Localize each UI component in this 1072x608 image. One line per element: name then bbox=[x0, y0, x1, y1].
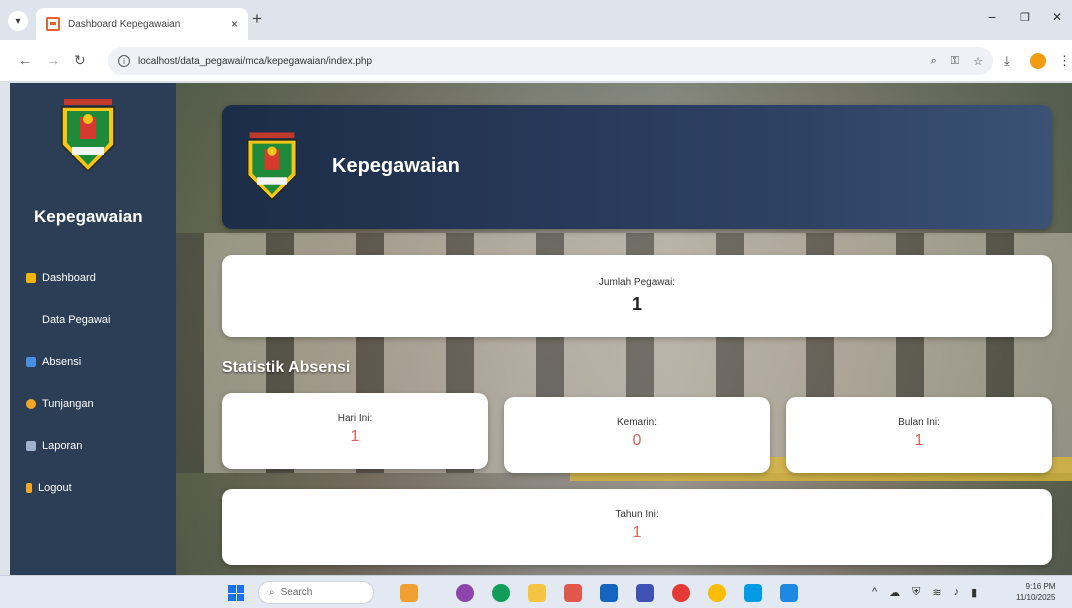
widgets-icon[interactable] bbox=[400, 584, 418, 602]
forward-icon[interactable]: → bbox=[46, 52, 60, 68]
back-icon[interactable]: ← bbox=[18, 52, 32, 68]
office-icon[interactable] bbox=[564, 584, 582, 602]
calendar-icon bbox=[26, 357, 36, 367]
search-icon: ⌕ bbox=[269, 587, 275, 598]
store-icon[interactable] bbox=[600, 584, 618, 602]
sidebar-item-data-pegawai[interactable]: Data Pegawai bbox=[26, 299, 111, 341]
cloud-icon[interactable]: ☁ bbox=[889, 586, 900, 599]
more-menu-icon[interactable]: ⋮ bbox=[1058, 53, 1071, 69]
app-icon[interactable] bbox=[780, 584, 798, 602]
security-icon[interactable]: ⛨ bbox=[912, 586, 920, 599]
tab-title: Dashboard Kepegawaian bbox=[68, 18, 181, 30]
bookmark-star-icon[interactable]: ☆ bbox=[973, 55, 983, 68]
stat-card-month: Bulan Ini: 1 bbox=[786, 397, 1052, 473]
header-card: Kepegawaian bbox=[222, 105, 1052, 229]
system-tray: ^ ☁ ⛨ ≋ ♪ ▮ bbox=[872, 586, 977, 599]
taskbar-search[interactable]: ⌕ Search bbox=[258, 581, 374, 604]
new-tab-icon[interactable]: + bbox=[252, 9, 262, 29]
employee-count-value: 1 bbox=[631, 294, 642, 314]
regency-emblem-icon bbox=[61, 99, 115, 173]
edge-icon[interactable] bbox=[492, 584, 510, 602]
sidebar-item-label: Data Pegawai bbox=[42, 314, 111, 326]
stat-year-label: Tahun Ini: bbox=[615, 509, 659, 520]
stat-month-value: 1 bbox=[914, 432, 924, 449]
wifi-icon[interactable]: ≋ bbox=[932, 586, 941, 599]
omnibox[interactable]: i localhost/data_pegawai/mca/kepegawaian… bbox=[108, 47, 993, 75]
sidebar-item-label: Tunjangan bbox=[42, 398, 94, 410]
stat-today-value: 1 bbox=[350, 428, 360, 445]
sidebar-item-absensi[interactable]: Absensi bbox=[26, 341, 111, 383]
sidebar-item-laporan[interactable]: Laporan bbox=[26, 425, 111, 467]
report-icon bbox=[26, 441, 36, 451]
tab-search-icon[interactable]: ▾ bbox=[8, 11, 28, 31]
minimize-icon[interactable]: − bbox=[988, 9, 996, 25]
clock-date: 11/10/2025 bbox=[1016, 593, 1056, 602]
taskbar-search-placeholder: Search bbox=[280, 587, 313, 598]
browser-tab-bar: ▾ Dashboard Kepegawaian × + − ❐ ✕ bbox=[0, 0, 1072, 40]
reload-icon[interactable]: ↻ bbox=[74, 52, 86, 69]
regency-emblem-icon bbox=[247, 132, 297, 201]
sidebar-item-label: Dashboard bbox=[42, 272, 96, 284]
sidebar-brand: Kepegawaian bbox=[34, 207, 143, 226]
browser-address-bar: ← → ↻ i localhost/data_pegawai/mca/kepeg… bbox=[0, 40, 1072, 82]
chrome-icon[interactable] bbox=[708, 584, 726, 602]
page-title: Kepegawaian bbox=[332, 155, 460, 177]
employee-count-card: Jumlah Pegawai: 1 bbox=[222, 255, 1052, 337]
restore-icon[interactable]: ❐ bbox=[1020, 11, 1030, 24]
tab-close-icon[interactable]: × bbox=[231, 17, 238, 31]
battery-icon[interactable]: ▮ bbox=[971, 586, 977, 599]
sidebar-item-label: Laporan bbox=[42, 440, 83, 452]
page-viewport: Kepegawaian Dashboard Data Pegawai Absen… bbox=[10, 83, 1072, 575]
windows-start-icon[interactable] bbox=[228, 585, 244, 601]
home-icon bbox=[26, 273, 36, 283]
stat-card-year: Tahun Ini: 1 bbox=[222, 489, 1052, 565]
stat-yesterday-value: 0 bbox=[632, 432, 642, 449]
windows-taskbar: ⌕ Search ^ ☁ ⛨ ≋ ♪ ▮ 9:16 PM 11/10/2025 bbox=[0, 575, 1072, 608]
door-icon bbox=[26, 483, 32, 493]
stat-yesterday-label: Kemarin: bbox=[616, 417, 657, 428]
file-explorer-icon[interactable] bbox=[528, 584, 546, 602]
sidebar-item-dashboard[interactable]: Dashboard bbox=[26, 257, 111, 299]
stat-today-label: Hari Ini: bbox=[337, 413, 373, 424]
clock-time: 9:16 PM bbox=[1025, 582, 1056, 591]
stat-month-label: Bulan Ini: bbox=[898, 417, 940, 428]
site-info-icon[interactable]: i bbox=[118, 55, 130, 67]
stat-card-today: Hari Ini: 1 bbox=[222, 393, 488, 469]
sidebar-item-label: Absensi bbox=[42, 356, 82, 368]
password-key-icon[interactable]: ⚿ bbox=[951, 55, 959, 68]
users-icon bbox=[26, 315, 36, 325]
browser-tab[interactable]: Dashboard Kepegawaian × bbox=[36, 8, 248, 40]
download-icon[interactable]: ⤓ bbox=[1004, 53, 1010, 69]
sidebar-item-logout[interactable]: Logout bbox=[26, 467, 111, 509]
chevron-up-icon[interactable]: ^ bbox=[872, 586, 877, 599]
media-icon[interactable] bbox=[672, 584, 690, 602]
taskbar-clock[interactable]: 9:16 PM 11/10/2025 bbox=[1016, 581, 1055, 603]
stat-card-yesterday: Kemarin: 0 bbox=[504, 397, 770, 473]
copilot-icon[interactable] bbox=[456, 584, 474, 602]
zoom-icon[interactable]: ⌕ bbox=[931, 55, 937, 68]
sidebar-item-label: Logout bbox=[38, 482, 72, 494]
url-text[interactable]: localhost/data_pegawai/mca/kepegawaian/i… bbox=[138, 56, 931, 67]
attendance-stats-title: Statistik Absensi bbox=[222, 359, 351, 376]
vscode-icon[interactable] bbox=[744, 584, 762, 602]
stat-year-value: 1 bbox=[632, 524, 642, 541]
window-close-icon[interactable]: ✕ bbox=[1052, 10, 1062, 24]
sidebar-menu: Dashboard Data Pegawai Absensi Tunjangan… bbox=[26, 257, 111, 509]
favicon-icon bbox=[46, 17, 60, 31]
volume-icon[interactable]: ♪ bbox=[954, 586, 960, 599]
sidebar: Kepegawaian Dashboard Data Pegawai Absen… bbox=[10, 83, 176, 575]
sidebar-item-tunjangan[interactable]: Tunjangan bbox=[26, 383, 111, 425]
money-bag-icon bbox=[26, 399, 36, 409]
profile-avatar[interactable] bbox=[1030, 53, 1046, 69]
employee-count-label: Jumlah Pegawai: bbox=[598, 277, 676, 288]
photos-icon[interactable] bbox=[636, 584, 654, 602]
